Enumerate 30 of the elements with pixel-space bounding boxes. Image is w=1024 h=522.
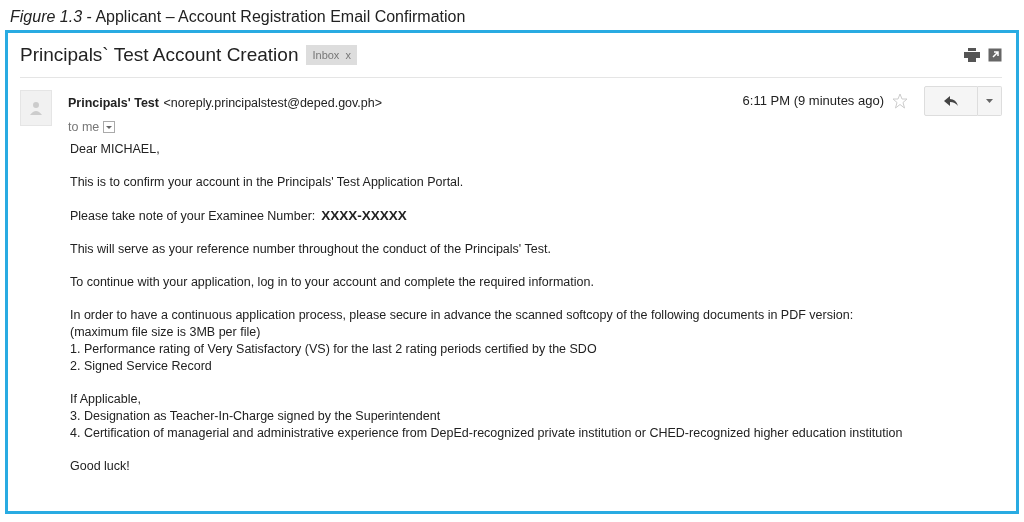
recipient-text: to me <box>68 119 100 136</box>
body-text: To continue with your application, log in to your account and complete the required information. <box>70 273 595 291</box>
body-text: In order to have a continuous application process, please secure in advance the scanned softcopy of the following documents in PDF version: <box>70 306 855 324</box>
sender-email: <noreply.principalstest@deped.gov.ph> <box>163 96 383 110</box>
email-subject: Principals` Test Account Creation <box>20 42 299 67</box>
body-text: This is to confirm your account in the Principals' Test Application Portal. <box>70 173 465 191</box>
print-icon[interactable] <box>964 48 980 62</box>
body-text: Dear MICHAEL, <box>70 140 161 158</box>
star-icon[interactable] <box>892 93 908 109</box>
email-time: 6:11 PM (9 minutes ago) <box>742 92 884 111</box>
figure-caption: Figure 1.3 - Applicant – Account Registration Email Confirmation <box>9 7 467 27</box>
body-text: Good luck! <box>70 457 131 475</box>
body-text: 1. Performance rating of Very Satisfactory (VS) for the last 2 rating periods certified by the SDO <box>70 340 598 358</box>
examinee-number: XXXX-XXXXX <box>321 206 407 224</box>
reply-button[interactable] <box>924 86 978 116</box>
new-window-icon[interactable] <box>988 48 1002 62</box>
sender-name: Principals' Test <box>68 96 159 110</box>
reply-icon <box>944 95 958 107</box>
caret-icon <box>986 99 993 103</box>
label-tag: Inbox <box>306 44 346 66</box>
body-text: 2. Signed Service Record <box>70 357 213 375</box>
body-text: Please take note of your Examinee Number: <box>70 207 316 225</box>
body-text: 3. Designation as Teacher-In-Charge signed by the Superintendent <box>70 407 442 425</box>
dropdown-icon[interactable] <box>103 121 116 134</box>
person-icon <box>29 101 43 115</box>
label-remove[interactable]: x <box>345 44 357 66</box>
body-text: 4. Certification of managerial and administrative experience from DepEd-recognized private institution or CHED-recognized higher education institution <box>70 424 904 442</box>
body-text: If Applicable, <box>70 390 142 408</box>
body-text: This will serve as your reference number throughout the conduct of the Principals' Test. <box>70 240 552 258</box>
body-text: (maximum file size is 3MB per file) <box>70 323 262 341</box>
